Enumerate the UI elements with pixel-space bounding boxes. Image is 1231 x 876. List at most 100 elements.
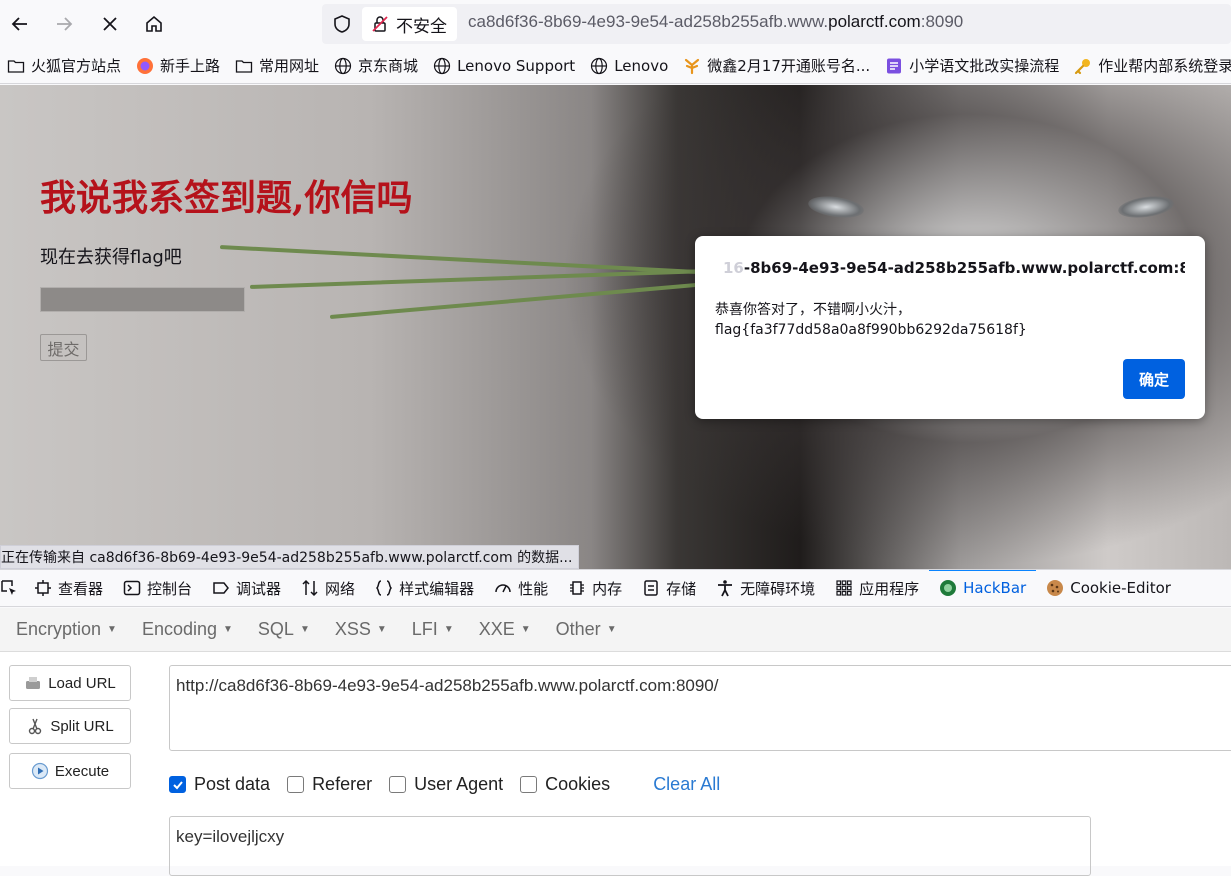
pick-element-icon [1,580,16,595]
tab-label: 调试器 [236,579,282,598]
devtools-tab-bar: 查看器 控制台 调试器 网络 样式编辑器 性能 内存 存储 无障碍环境 应用程序… [0,569,1231,607]
post-data-textarea[interactable]: key=ilovejljcxy [169,816,1091,876]
cookie-icon [1047,580,1064,596]
network-icon [302,579,318,597]
url-text[interactable]: ca8d6f36-8b69-4e93-9e54-ad258b255afb.www… [468,12,963,32]
tab-console[interactable]: 控制台 [113,570,202,606]
cookies-checkbox[interactable]: Cookies [520,774,610,795]
split-url-button[interactable]: Split URL [9,708,131,744]
tab-network[interactable]: 网络 [291,570,365,606]
key-icon [1073,56,1093,76]
menu-encoding[interactable]: Encoding ▼ [142,619,233,640]
checkbox-label: Post data [194,774,271,794]
checkbox-icon [389,776,407,793]
memory-icon [570,581,585,595]
menu-label: XSS [334,619,371,639]
user-agent-checkbox[interactable]: User Agent [389,774,503,795]
tab-style-editor[interactable]: 样式编辑器 [365,570,484,606]
menu-xxe[interactable]: XXE ▼ [479,619,531,640]
folder-icon [6,56,26,76]
console-icon [123,580,141,596]
menu-sql[interactable]: SQL ▼ [258,619,310,640]
element-picker-button[interactable] [0,570,24,606]
inspector-icon [35,580,51,596]
forward-button[interactable] [48,8,80,40]
address-bar[interactable]: 不安全 ca8d6f36-8b69-4e93-9e54-ad258b255afb… [322,4,1231,44]
execute-button[interactable]: Execute [9,753,131,789]
tab-accessibility[interactable]: 无障碍环境 [706,570,825,606]
tab-storage[interactable]: 存储 [632,570,706,606]
bookmark-item[interactable]: 火狐官方站点 [6,55,121,76]
bookmark-label: Lenovo Support [457,56,576,75]
bookmark-label: 火狐官方站点 [31,57,122,75]
bookmark-item[interactable]: 微鑫2月17开通账号名... [682,55,870,76]
menu-lfi[interactable]: LFI ▼ [412,619,454,640]
application-icon [836,580,852,596]
security-label: 不安全 [396,16,447,37]
menu-xss[interactable]: XSS ▼ [335,619,387,640]
performance-icon [495,584,511,593]
bookmark-label: 常用网址 [259,57,320,75]
bookmark-label: 小学语文批改实操流程 [909,57,1060,75]
play-icon [31,762,48,780]
bookmark-label: 新手上路 [160,57,221,75]
button-label: Load URL [48,674,116,692]
submit-button[interactable]: 提交 [40,334,87,361]
bookmark-item[interactable]: 京东商城 [333,55,418,76]
referer-checkbox[interactable]: Referer [287,774,372,795]
dialog-origin: 16-8b69-4e93-9e54-ad258b255afb.www.polar… [715,258,1185,278]
bookmark-item[interactable]: 作业帮内部系统登录 [1073,55,1231,76]
tab-application[interactable]: 应用程序 [825,570,929,606]
bookmark-item[interactable]: 小学语文批改实操流程 [884,55,1059,76]
stop-button[interactable] [94,8,126,40]
caret-down-icon: ▼ [606,624,617,635]
checkbox-checked-icon [169,776,186,793]
caret-down-icon: ▼ [107,624,117,635]
dialog-message-line: 恭喜你答对了，不错啊小火汁， [715,302,911,318]
dialog-message: 恭喜你答对了，不错啊小火汁， flag{fa3f77dd58a0a8f990bb… [715,300,1027,340]
tab-hackbar[interactable]: HackBar [929,570,1037,606]
tab-label: 内存 [592,579,623,598]
load-url-button[interactable]: Load URL [9,665,131,701]
tab-debugger[interactable]: 调试器 [202,570,291,606]
tab-performance[interactable]: 性能 [484,570,558,606]
back-arrow-icon [11,17,27,31]
clear-all-link[interactable]: Clear All [653,774,720,795]
menu-label: LFI [411,619,438,639]
bookmarks-bar: 火狐官方站点 新手上路 常用网址 京东商城 Lenovo Support Len… [0,48,1231,84]
forward-arrow-icon [57,17,73,31]
ok-button[interactable]: 确定 [1123,359,1185,399]
post-data-checkbox[interactable]: Post data [169,774,270,795]
bookmark-item[interactable]: 常用网址 [234,55,319,76]
tab-cookie-editor[interactable]: Cookie-Editor [1036,570,1181,606]
web-page: 我说我系签到题,你信吗 现在去获得flag吧 提交 正在传输来自 ca8d6f3… [0,85,1231,569]
shield-icon[interactable] [332,14,352,34]
tab-label: 应用程序 [859,579,920,598]
caret-down-icon: ▼ [376,624,387,635]
bookmark-label: Lenovo [614,56,669,75]
tab-inspector[interactable]: 查看器 [24,570,113,606]
bookmark-label: 京东商城 [358,57,419,75]
key-input[interactable] [40,287,245,312]
back-button[interactable] [4,8,36,40]
tab-label: 样式编辑器 [399,579,475,598]
checkbox-label: Cookies [545,774,611,794]
tab-label: 控制台 [147,579,193,598]
hackbar-menu: Encryption ▼ Encoding ▼ SQL ▼ XSS ▼ LFI ▼ XXE… [0,608,1231,652]
bookmark-item[interactable]: Lenovo [589,56,668,76]
tab-label: 查看器 [58,579,104,598]
tab-memory[interactable]: 内存 [558,570,632,606]
bookmark-label: 微鑫2月17开通账号名... [707,57,871,75]
security-indicator[interactable]: 不安全 [362,7,457,41]
menu-other[interactable]: Other ▼ [556,619,617,640]
page-subtitle: 现在去获得flag吧 [40,247,182,268]
bookmark-item[interactable]: 新手上路 [135,55,220,76]
bookmark-item[interactable]: Lenovo Support [432,56,575,76]
menu-encryption[interactable]: Encryption ▼ [16,619,117,640]
url-textarea[interactable]: http://ca8d6f36-8b69-4e93-9e54-ad258b255… [169,665,1231,751]
home-button[interactable] [138,8,170,40]
scissors-icon [29,718,42,735]
menu-label: Other [555,619,601,639]
style-editor-icon [376,580,393,596]
dialog-flag-line: flag{fa3f77dd58a0a8f990bb6292da75618f} [715,322,1027,338]
